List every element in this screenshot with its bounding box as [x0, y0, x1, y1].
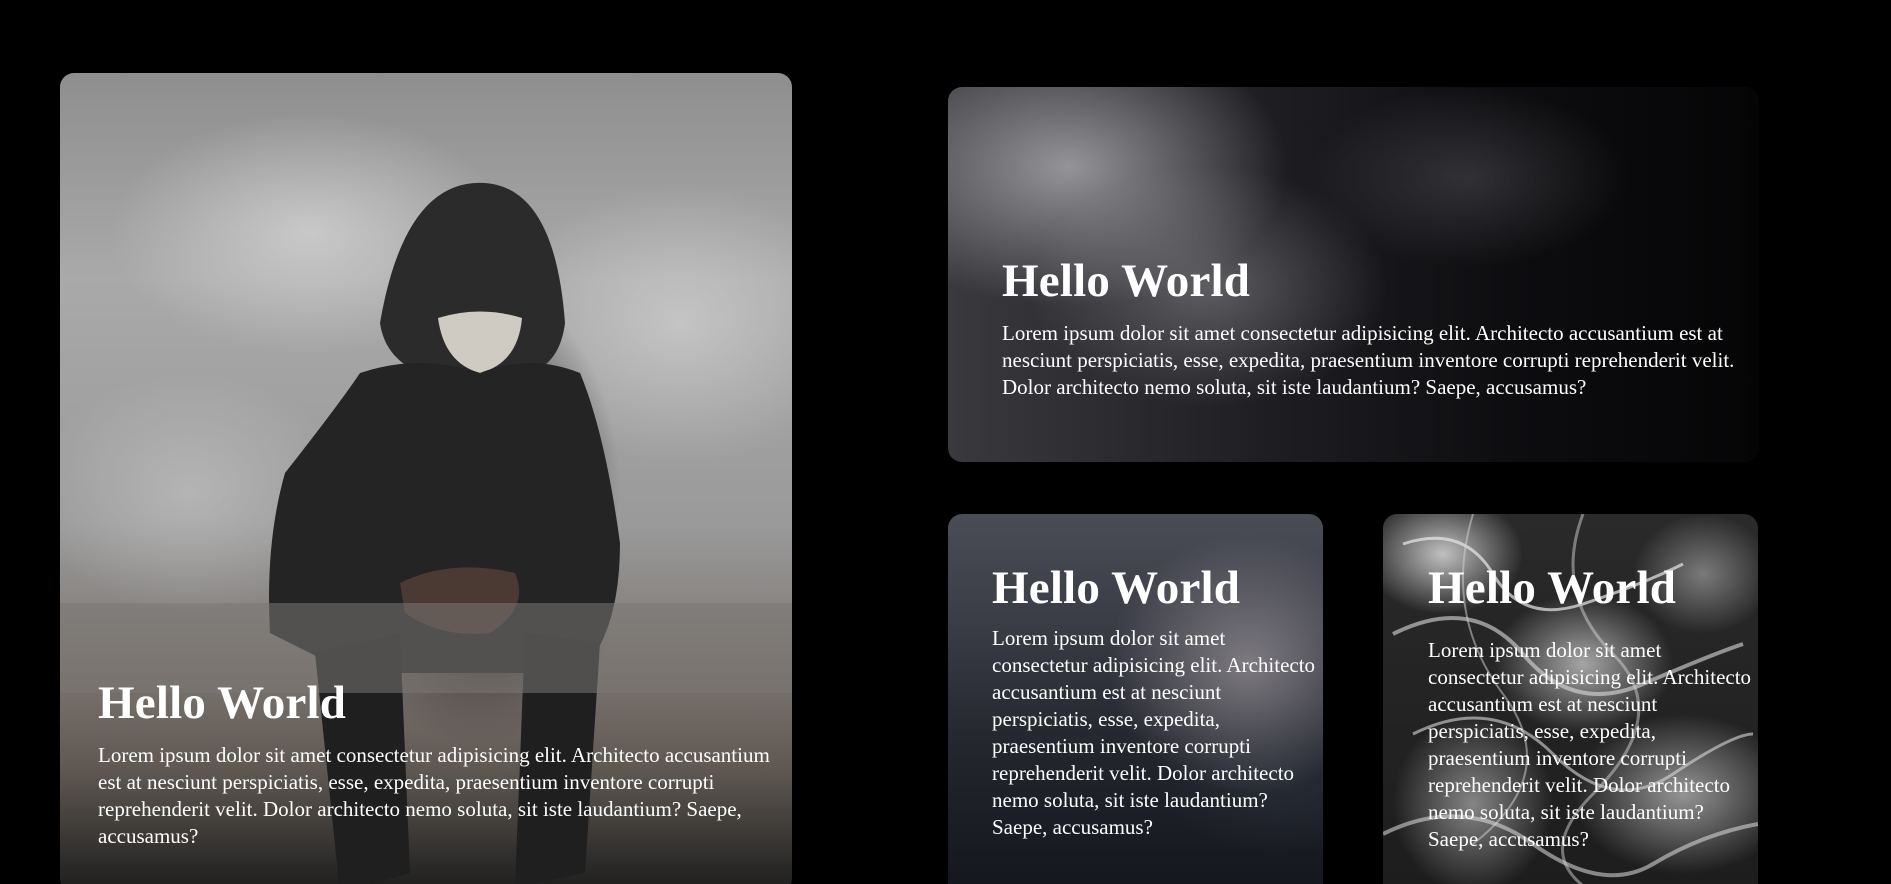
card-hooded-figure[interactable]: Hello World Lorem ipsum dolor sit amet c… — [60, 73, 792, 884]
card-title: Hello World — [1428, 562, 1677, 614]
card-cloudy-sky[interactable]: Hello World Lorem ipsum dolor sit amet c… — [948, 514, 1323, 884]
card-title: Hello World — [98, 677, 347, 729]
card-title: Hello World — [1002, 255, 1251, 307]
card-body: Lorem ipsum dolor sit amet consectetur a… — [992, 626, 1316, 840]
card-body: Lorem ipsum dolor sit amet consectetur a… — [1002, 321, 1735, 400]
card-body: Lorem ipsum dolor sit amet consectetur a… — [1428, 638, 1752, 852]
card-content: Hello World Lorem ipsum dolor sit amet c… — [98, 677, 788, 850]
card-body: Lorem ipsum dolor sit amet consectetur a… — [98, 743, 770, 849]
card-title: Hello World — [992, 562, 1241, 614]
card-content: Hello World Lorem ipsum dolor sit amet c… — [992, 562, 1322, 841]
card-white-smoke[interactable]: Hello World Lorem ipsum dolor sit amet c… — [1383, 514, 1758, 884]
page: Hello World Lorem ipsum dolor sit amet c… — [0, 0, 1891, 884]
card-content: Hello World Lorem ipsum dolor sit amet c… — [1428, 562, 1758, 853]
card-content: Hello World Lorem ipsum dolor sit amet c… — [1002, 255, 1759, 401]
card-smoke-wide[interactable]: Hello World Lorem ipsum dolor sit amet c… — [948, 87, 1759, 462]
